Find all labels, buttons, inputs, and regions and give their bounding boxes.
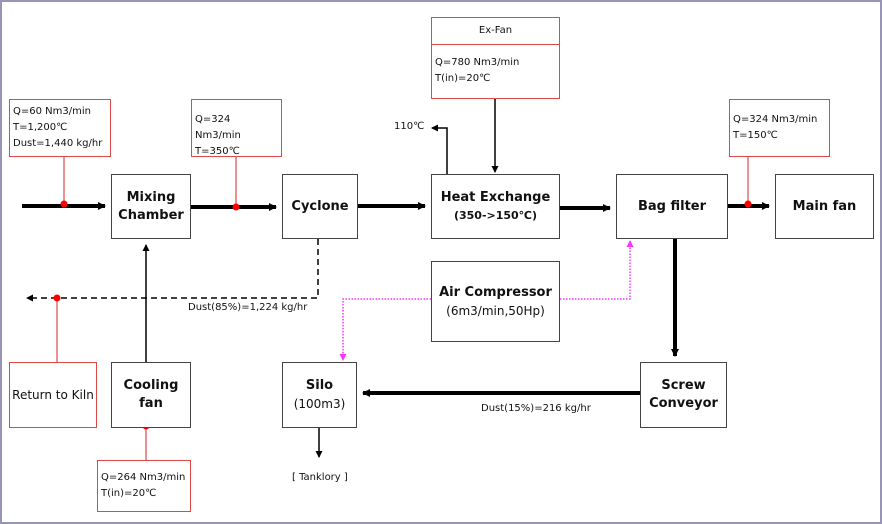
- mixing-chamber-box: Mixing Chamber: [111, 174, 191, 239]
- screw-conveyor-box: Screw Conveyor: [640, 362, 727, 428]
- outlet-temp: T=150℃: [733, 130, 778, 141]
- mixed-temp: T=350℃: [195, 146, 240, 157]
- cooling-fan-flow: Q=264 Nm3/min: [101, 472, 186, 483]
- main-fan-box: Main fan: [775, 174, 874, 239]
- silo-box: Silo (100m3): [282, 362, 357, 428]
- exhaust-temp-label: 110℃: [394, 121, 425, 132]
- ex-fan-flow: Q=780 Nm3/min: [435, 57, 520, 68]
- heat-exchange-label: Heat Exchange: [440, 189, 551, 205]
- cooling-fan-temp: T(in)=20℃: [101, 488, 157, 499]
- ex-fan-box: Ex-Fan Q=780 Nm3/min T(in)=20℃: [431, 17, 560, 99]
- mixed-gas-conditions-box: Q=324 Nm3/min T=350℃: [191, 99, 282, 157]
- return-to-kiln-box: Return to Kiln: [9, 362, 97, 428]
- inlet-flow: Q=60 Nm3/min: [13, 106, 91, 117]
- outlet-conditions-box: Q=324 Nm3/min T=150℃: [729, 99, 830, 157]
- silo-capacity: (100m3): [293, 397, 346, 411]
- cyclone-box: Cyclone: [282, 174, 358, 239]
- mixing-chamber-label-2: Chamber: [118, 207, 184, 223]
- air-compressor-label: Air Compressor: [439, 284, 552, 300]
- cooling-fan-box: Cooling fan: [111, 362, 191, 428]
- cyclone-dust-label: Dust(85%)=1,224 kg/hr: [188, 302, 308, 313]
- bag-filter-dust-label: Dust(15%)=216 kg/hr: [481, 403, 591, 414]
- heat-exchange-range: (350->150℃): [453, 208, 538, 222]
- air-compressor-spec: (6m3/min,50Hp): [446, 303, 545, 318]
- cooling-fan-label: Cooling fan: [123, 378, 179, 411]
- heat-exchange-box: Heat Exchange (350->150℃): [431, 174, 560, 239]
- ex-fan-temp: T(in)=20℃: [435, 73, 491, 84]
- ex-fan-title: Ex-Fan: [432, 18, 559, 45]
- inlet-conditions-box: Q=60 Nm3/min T=1,200℃ Dust=1,440 kg/hr: [9, 99, 111, 157]
- screw-conveyor-label-2: Conveyor: [649, 396, 718, 411]
- return-to-kiln-label: Return to Kiln: [12, 388, 94, 402]
- silo-label: Silo: [305, 378, 334, 393]
- bag-filter-box: Bag filter: [616, 174, 728, 239]
- mixing-chamber-label: Mixing: [126, 189, 176, 205]
- cooling-fan-conditions-box: Q=264 Nm3/min T(in)=20℃: [97, 460, 191, 512]
- inlet-dust: Dust=1,440 kg/hr: [13, 138, 103, 149]
- cyclone-label: Cyclone: [291, 198, 349, 214]
- outlet-flow: Q=324 Nm3/min: [733, 114, 818, 125]
- mixed-flow: Q=324 Nm3/min: [195, 114, 241, 141]
- air-compressor-box: Air Compressor (6m3/min,50Hp): [431, 261, 560, 342]
- inlet-temp: T=1,200℃: [13, 122, 68, 133]
- bag-filter-label: Bag filter: [637, 198, 707, 214]
- screw-conveyor-label: Screw: [661, 378, 706, 393]
- main-fan-label: Main fan: [792, 198, 857, 214]
- tanklory-label: [ Tanklory ]: [292, 472, 348, 483]
